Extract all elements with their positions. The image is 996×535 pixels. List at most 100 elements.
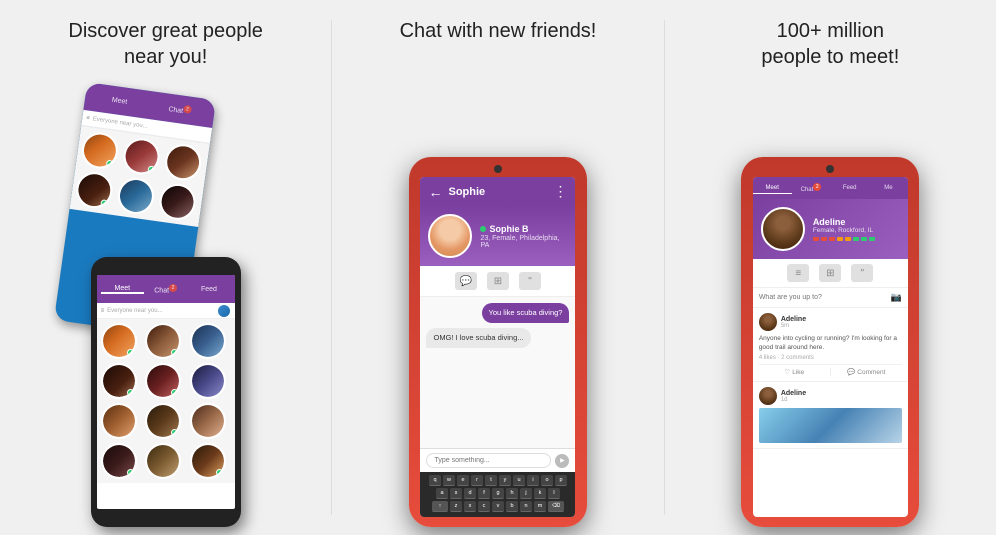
key-q[interactable]: q xyxy=(429,475,441,486)
feed-search-input[interactable] xyxy=(759,294,887,301)
profile-tab-meet[interactable]: Meet xyxy=(753,183,792,194)
post-1-author: Adeline xyxy=(781,316,902,323)
avatar-item[interactable] xyxy=(101,323,137,359)
profile-tab-me[interactable]: Me xyxy=(869,183,908,193)
avatar-item xyxy=(157,182,198,223)
filter-label: Everyone near you... xyxy=(107,308,162,314)
key-f[interactable]: f xyxy=(478,488,490,499)
profile-quote-icon[interactable]: " xyxy=(851,264,873,282)
profile-tab-chat[interactable]: Chat2 xyxy=(792,181,831,195)
avatar-item[interactable] xyxy=(190,443,226,479)
meet-title: 100+ millionpeople to meet! xyxy=(761,18,899,70)
compatibility-bar xyxy=(813,237,900,241)
avatar-item[interactable] xyxy=(190,363,226,399)
avatar-item[interactable] xyxy=(145,403,181,439)
avatar-item xyxy=(116,176,157,217)
key-t[interactable]: t xyxy=(485,475,497,486)
avatar-item[interactable] xyxy=(101,363,137,399)
compat-dot-2 xyxy=(821,237,827,241)
key-c[interactable]: c xyxy=(478,501,490,512)
chat-bubble-icon[interactable]: 💬 xyxy=(455,272,477,290)
post-1-time: 5m xyxy=(781,323,902,329)
feed-section: 📷 Adeline 5m Anyone into cyc xyxy=(753,288,908,517)
key-e[interactable]: e xyxy=(457,475,469,486)
like-button[interactable]: ♡ Like xyxy=(759,368,830,376)
camera-dot xyxy=(494,165,502,173)
key-b[interactable]: b xyxy=(506,501,518,512)
post-1-actions: ♡ Like 💬 Comment xyxy=(759,364,902,376)
key-y[interactable]: y xyxy=(499,475,511,486)
keyboard: q w e r t y u i o p a xyxy=(420,472,575,517)
key-i[interactable]: i xyxy=(527,475,539,486)
profile-sub: Female, Rockford, IL xyxy=(813,227,900,234)
post-1-meta: Adeline 5m xyxy=(781,316,902,329)
key-n[interactable]: n xyxy=(520,501,532,512)
key-z[interactable]: z xyxy=(450,501,462,512)
chat-message-input[interactable] xyxy=(426,453,551,468)
keyboard-row-1: q w e r t y u i o p xyxy=(422,475,573,486)
key-l[interactable]: l xyxy=(548,488,560,499)
feed-post-2: Adeline 1d xyxy=(753,382,908,449)
camera-icon[interactable]: 📷 xyxy=(891,292,902,303)
post-2-time: 1d xyxy=(781,397,902,403)
chat-contact-name: Sophie xyxy=(448,186,547,198)
key-w[interactable]: w xyxy=(443,475,455,486)
key-k[interactable]: k xyxy=(534,488,546,499)
comment-button[interactable]: 💬 Comment xyxy=(831,368,902,376)
filter-icon: ≡ xyxy=(86,115,90,121)
discover-title: Discover great peoplenear you! xyxy=(68,18,263,70)
chat-profile-info: Sophie B 23, Female, Philadelphia, PA xyxy=(480,224,567,249)
key-v[interactable]: v xyxy=(492,501,504,512)
key-x[interactable]: x xyxy=(464,501,476,512)
avatar-item[interactable] xyxy=(145,363,181,399)
key-j[interactable]: j xyxy=(520,488,532,499)
chat-panel: Chat with new friends! ← Sophie ⋮ xyxy=(332,0,663,535)
chat-input-bar: ▶ xyxy=(420,448,575,472)
avatar-item[interactable] xyxy=(190,323,226,359)
profile-info: Adeline Female, Rockford, IL xyxy=(813,217,900,241)
gallery-icon[interactable]: ⊞ xyxy=(487,272,509,290)
message-sent: You like scuba diving? xyxy=(482,303,570,323)
compat-dot-6 xyxy=(853,237,859,241)
filter-icon-2: ≡ xyxy=(101,308,105,314)
online-dot xyxy=(171,429,178,436)
compat-dot-4 xyxy=(837,237,843,241)
key-r[interactable]: r xyxy=(471,475,483,486)
key-g[interactable]: g xyxy=(492,488,504,499)
compat-dot-5 xyxy=(845,237,851,241)
avatar-item[interactable] xyxy=(145,443,181,479)
back-arrow-icon[interactable]: ← xyxy=(428,184,442,200)
avatar-item[interactable] xyxy=(101,403,137,439)
feed-post-1: Adeline 5m Anyone into cycling or runnin… xyxy=(753,308,908,382)
key-o[interactable]: o xyxy=(541,475,553,486)
key-d[interactable]: d xyxy=(464,488,476,499)
front-tab-meet: Meet xyxy=(101,285,144,294)
back-tab-meet: Meet xyxy=(89,93,150,108)
avatar-item[interactable] xyxy=(145,323,181,359)
middle-phone: ← Sophie ⋮ Sophie B 23, Female, Philade xyxy=(409,157,587,527)
key-p[interactable]: p xyxy=(555,475,567,486)
back-avatar-grid xyxy=(70,126,210,227)
key-shift[interactable]: ↑ xyxy=(432,501,448,512)
key-a[interactable]: a xyxy=(436,488,448,499)
avatar-item[interactable] xyxy=(190,403,226,439)
send-button[interactable]: ▶ xyxy=(555,454,569,468)
key-u[interactable]: u xyxy=(513,475,525,486)
avatar-item[interactable] xyxy=(101,443,137,479)
chat-messages: You like scuba diving? OMG! I love scuba… xyxy=(420,297,575,448)
online-dot xyxy=(171,389,178,396)
profile-gallery-icon[interactable]: ⊞ xyxy=(819,264,841,282)
chat-badge: 2 xyxy=(183,105,192,114)
key-m[interactable]: m xyxy=(534,501,546,512)
key-s[interactable]: s xyxy=(450,488,462,499)
profile-tab-feed[interactable]: Feed xyxy=(830,183,869,193)
chat-screen: ← Sophie ⋮ Sophie B 23, Female, Philade xyxy=(420,177,575,517)
online-dot xyxy=(106,160,114,168)
profile-list-icon[interactable]: ≡ xyxy=(787,264,809,282)
key-h[interactable]: h xyxy=(506,488,518,499)
left-phone-container: Meet Chat2 ≡ Everyone near you... xyxy=(10,80,321,527)
more-icon[interactable]: ⋮ xyxy=(553,183,567,200)
quote-icon[interactable]: " xyxy=(519,272,541,290)
avatar-item xyxy=(163,142,204,183)
key-backspace[interactable]: ⌫ xyxy=(548,501,564,512)
